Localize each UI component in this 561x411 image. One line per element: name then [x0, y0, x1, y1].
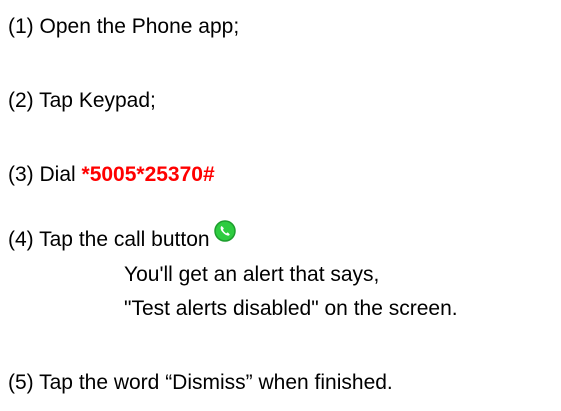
- step-4-line: (4) Tap the call button: [8, 220, 236, 253]
- step-2-text: (2) Tap Keypad;: [8, 89, 156, 112]
- step-4-detail-1: You'll get an alert that says,: [124, 263, 380, 286]
- phone-call-icon: [213, 220, 236, 242]
- step-1-text: (1) Open the Phone app;: [8, 15, 240, 38]
- step-3-line: (3) Dial *5005*25370#: [8, 162, 215, 188]
- instructions-document: (1) Open the Phone app; (2) Tap Keypad; …: [0, 0, 561, 411]
- step-4-text: (4) Tap the call button: [8, 228, 210, 251]
- step-5-text: (5) Tap the word “Dismiss” when finished…: [8, 371, 393, 394]
- dial-code: *5005*25370#: [81, 163, 215, 186]
- step-4-detail-2: "Test alerts disabled" on the screen.: [124, 297, 458, 320]
- step-3-prefix: (3) Dial: [8, 163, 82, 186]
